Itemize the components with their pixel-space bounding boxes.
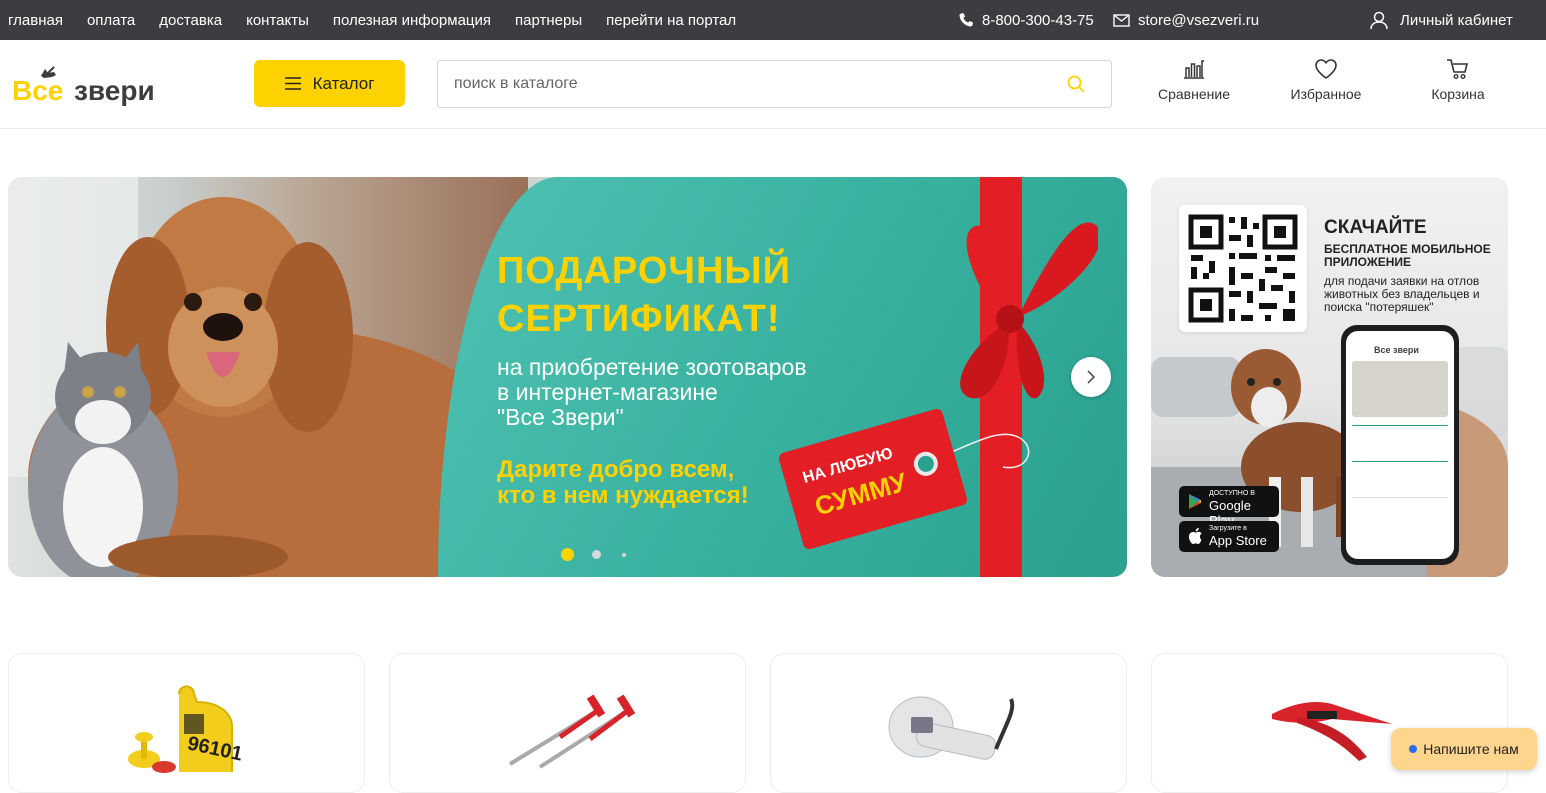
nav-link-home[interactable]: главная — [8, 12, 63, 29]
chat-button[interactable]: Напишите нам — [1391, 728, 1537, 770]
nav-link-partners[interactable]: партнеры — [515, 12, 582, 29]
product-card-scanner[interactable] — [770, 653, 1127, 793]
mail-icon — [1113, 13, 1130, 27]
phone-divider-2 — [1352, 461, 1448, 462]
menu-icon — [284, 77, 301, 90]
chat-label: Напишите нам — [1423, 741, 1519, 757]
phone-divider-1 — [1352, 425, 1448, 426]
nav-link-useful-info[interactable]: полезная информация — [333, 12, 491, 29]
catalog-button[interactable]: Каталог — [254, 60, 405, 107]
site-header: Все звери Каталог Сравнение Избранное Ко… — [0, 40, 1546, 129]
phone-screen: Все звери — [1346, 331, 1454, 559]
phone-link[interactable]: 8-800-300-43-75 — [958, 0, 1094, 40]
app-subheading: БЕСПЛАТНОЕ МОБИЛЬНОЕ ПРИЛОЖЕНИЕ — [1324, 242, 1491, 269]
nav-link-contacts[interactable]: контакты — [246, 12, 309, 29]
app-store-button[interactable]: Загрузите в App Store — [1179, 521, 1279, 552]
search-input[interactable] — [454, 75, 1044, 93]
catalog-label: Каталог — [312, 73, 375, 93]
syringe-icon — [508, 694, 636, 769]
banner-subtitle-line1: на приобретение зоотоваров — [497, 354, 807, 380]
cart-icon — [1447, 59, 1469, 80]
banner-subtitle-line2: в интернет-магазине — [497, 379, 718, 405]
nav-link-delivery[interactable]: доставка — [159, 12, 222, 29]
scanner-icon — [888, 696, 1015, 760]
banner-slogan: Дарите добро всем, кто в нем нуждается! — [497, 457, 749, 509]
phone-app-banner — [1352, 361, 1448, 417]
app-store-big: App Store — [1209, 533, 1267, 548]
app-store-small: Загрузите в — [1209, 525, 1247, 532]
banner-slogan-line1: Дарите добро всем, — [497, 456, 735, 483]
phone-icon — [959, 13, 973, 27]
banner-title: ПОДАРОЧНЫЙ СЕРТИФИКАТ! — [497, 247, 791, 343]
nav-link-portal[interactable]: перейти на портал — [606, 12, 736, 29]
email-address: store@vsezveri.ru — [1138, 11, 1260, 29]
product-card-ear-tag[interactable]: 96101 — [8, 653, 365, 793]
google-play-small: ДОСТУПНО В — [1209, 490, 1255, 497]
phone-mockup: Все звери — [1341, 325, 1459, 565]
online-indicator-icon — [1409, 745, 1418, 753]
banner-title-line1: ПОДАРОЧНЫЙ — [497, 250, 791, 292]
promo-slider[interactable]: ПОДАРОЧНЫЙ СЕРТИФИКАТ! на приобретение з… — [8, 177, 1127, 577]
qr-code — [1179, 205, 1307, 332]
cart-label: Корзина — [1431, 86, 1485, 102]
user-icon — [1370, 11, 1388, 29]
site-logo[interactable]: Все звери — [12, 62, 172, 112]
svg-text:звери: звери — [74, 75, 155, 106]
banner-subtitle-line3: "Все Звери" — [497, 404, 624, 430]
compare-label: Сравнение — [1158, 86, 1230, 102]
cart-button[interactable]: Корзина — [1403, 58, 1513, 102]
heart-icon — [1315, 59, 1337, 79]
account-link[interactable]: Личный кабинет — [1370, 0, 1513, 40]
qr-code-icon — [1188, 214, 1298, 323]
product-card-syringe[interactable] — [389, 653, 746, 793]
phone-divider-3 — [1352, 497, 1448, 498]
banner-slogan-line2: кто в нем нуждается! — [497, 482, 749, 509]
apple-icon — [1188, 527, 1202, 544]
app-promo-banner[interactable]: СКАЧАЙТЕ БЕСПЛАТНОЕ МОБИЛЬНОЕ ПРИЛОЖЕНИЕ… — [1151, 177, 1508, 577]
top-bar: главная оплата доставка контакты полезна… — [0, 0, 1546, 40]
slider-dot-3[interactable] — [622, 553, 626, 557]
search-box — [437, 60, 1112, 108]
phone-number: 8-800-300-43-75 — [982, 11, 1094, 29]
chevron-right-icon — [1087, 370, 1096, 384]
compare-icon — [1184, 60, 1204, 79]
app-heading: СКАЧАЙТЕ — [1324, 217, 1427, 238]
google-play-button[interactable]: ДОСТУПНО В Google Play — [1179, 486, 1279, 528]
favorites-button[interactable]: Избранное — [1271, 58, 1381, 102]
account-label: Личный кабинет — [1400, 11, 1513, 29]
svg-text:Все: Все — [12, 75, 63, 106]
slider-dot-1[interactable] — [561, 548, 574, 561]
compare-button[interactable]: Сравнение — [1139, 58, 1249, 102]
banner-subtitle: на приобретение зоотоваров в интернет-ма… — [497, 355, 807, 430]
slider-next-button[interactable] — [1071, 357, 1111, 397]
banner-title-line2: СЕРТИФИКАТ! — [497, 298, 781, 340]
search-icon[interactable] — [1067, 75, 1085, 93]
top-nav: главная оплата доставка контакты полезна… — [8, 0, 736, 40]
email-link[interactable]: store@vsezveri.ru — [1113, 0, 1259, 40]
nav-link-payment[interactable]: оплата — [87, 12, 135, 29]
google-play-icon — [1189, 494, 1201, 509]
tag-hole — [911, 448, 941, 479]
app-description: для подачи заявки на отлов животных без … — [1324, 274, 1480, 314]
slider-dot-2[interactable] — [592, 550, 601, 559]
favorites-label: Избранное — [1290, 86, 1362, 102]
pliers-icon — [1272, 702, 1392, 761]
product-card-pliers[interactable] — [1151, 653, 1508, 793]
phone-app-logo: Все звери — [1374, 345, 1419, 355]
